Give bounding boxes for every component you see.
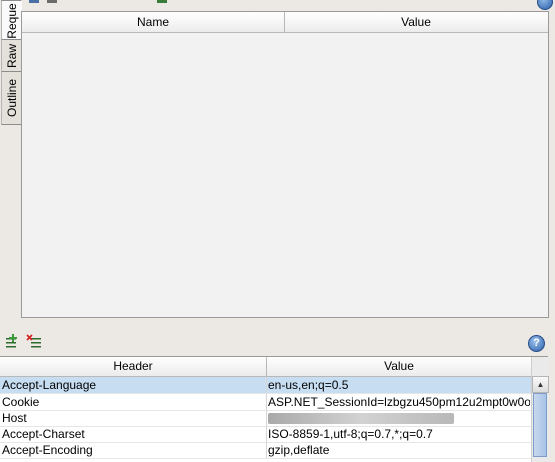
tab-request[interactable]: Reque — [1, 0, 22, 41]
header-value-cell[interactable] — [268, 410, 530, 426]
table-row[interactable]: Accept-Language en-us,en;q=0.5 — [0, 377, 531, 394]
header-name-cell[interactable]: Accept-Language — [2, 377, 264, 393]
headers-toolbar: ? — [0, 330, 555, 352]
table-row[interactable]: Accept-Encoding gzip,deflate — [0, 442, 531, 459]
top-toolbar — [0, 0, 555, 10]
help-icon[interactable]: ? — [528, 335, 545, 352]
header-name-cell[interactable]: Host — [2, 410, 264, 426]
scroll-thumb[interactable] — [533, 393, 547, 457]
grid-header: Name Value — [22, 12, 548, 33]
column-header-value[interactable]: Value — [267, 357, 531, 376]
header-value-cell[interactable]: gzip,deflate — [268, 442, 530, 458]
column-header-value[interactable]: Value — [285, 12, 547, 32]
column-divider — [266, 426, 267, 442]
header-value-cell[interactable]: ISO-8859-1,utf-8;q=0.7,*;q=0.7 — [268, 426, 530, 442]
headers-grid[interactable]: Header Value Accept-Language en-us,en;q=… — [0, 356, 549, 462]
column-header-header[interactable]: Header — [0, 357, 267, 376]
column-divider — [266, 394, 267, 410]
tab-outline[interactable]: Outline — [1, 71, 22, 125]
column-header-name[interactable]: Name — [22, 12, 285, 32]
toolbar-icon[interactable] — [28, 0, 40, 5]
vertical-tab-strip: Reque Raw Outline — [1, 0, 22, 125]
toolbar-icon[interactable] — [156, 0, 168, 5]
scroll-up-button[interactable]: ▲ — [532, 376, 549, 393]
table-row[interactable]: Cookie ASP.NET_SessionId=lzbgzu450pm12u2… — [0, 394, 531, 411]
remove-header-icon[interactable] — [26, 334, 42, 350]
parameters-grid[interactable]: Name Value — [21, 11, 549, 318]
header-value-cell[interactable]: ASP.NET_SessionId=lzbgzu450pm12u2mpt0w0o… — [268, 394, 530, 410]
header-name-cell[interactable]: Accept-Encoding — [2, 442, 264, 458]
add-header-icon[interactable] — [4, 334, 20, 350]
toolbar-icon[interactable] — [46, 0, 58, 5]
grid-header: Header Value — [0, 357, 531, 377]
header-value-cell[interactable]: en-us,en;q=0.5 — [268, 377, 530, 393]
vertical-scrollbar[interactable]: ▲ — [531, 357, 549, 462]
table-row[interactable]: Accept-Charset ISO-8859-1,utf-8;q=0.7,*;… — [0, 426, 531, 443]
tab-label: Raw — [4, 43, 19, 69]
header-name-cell[interactable]: Accept-Charset — [2, 426, 264, 442]
help-icon[interactable] — [537, 0, 553, 10]
column-divider — [266, 442, 267, 458]
redacted-value — [268, 413, 454, 425]
header-name-cell[interactable]: Cookie — [2, 394, 264, 410]
column-divider — [266, 410, 267, 426]
tab-label: Outline — [4, 78, 19, 118]
table-row[interactable]: Host — [0, 410, 531, 427]
tab-raw[interactable]: Raw — [1, 39, 22, 73]
column-divider — [266, 377, 267, 393]
tab-label: Reque — [4, 2, 19, 39]
